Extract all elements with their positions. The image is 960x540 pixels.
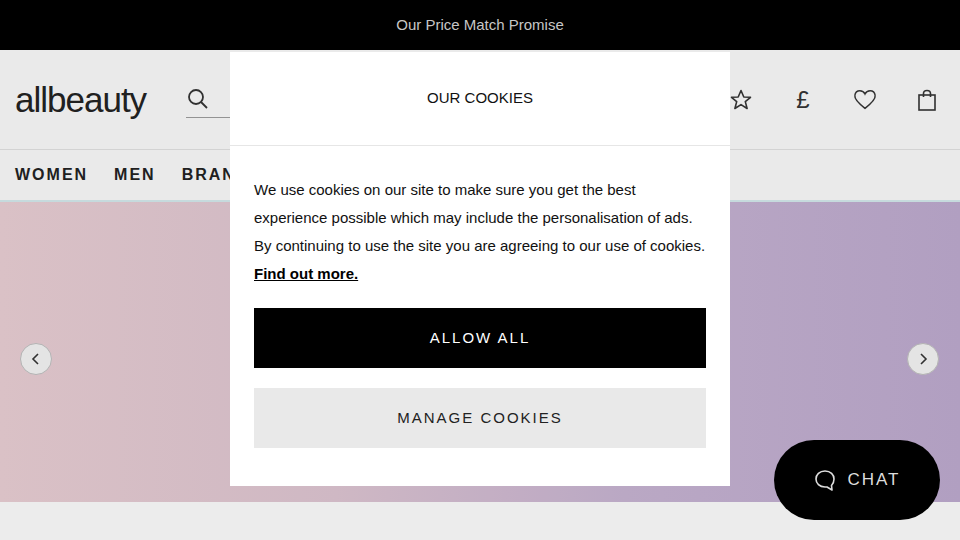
cookie-dialog-header: OUR COOKIES [230,52,730,146]
find-out-more-link[interactable]: Find out more. [254,265,358,282]
cookie-dialog-title: OUR COOKIES [427,87,533,110]
chat-bubble-icon[interactable] [813,468,837,492]
chat-button[interactable]: CHAT [774,440,940,520]
allow-all-button[interactable]: ALLOW ALL [254,308,706,368]
chat-label[interactable]: CHAT [847,467,900,493]
cookie-text: We use cookies on our site to make sure … [254,176,706,288]
cookie-dialog-body: We use cookies on our site to make sure … [230,146,730,486]
cookie-message: We use cookies on our site to make sure … [254,181,705,254]
manage-cookies-button[interactable]: MANAGE COOKIES [254,388,706,448]
cookie-dialog: OUR COOKIES We use cookies on our site to… [230,52,730,486]
